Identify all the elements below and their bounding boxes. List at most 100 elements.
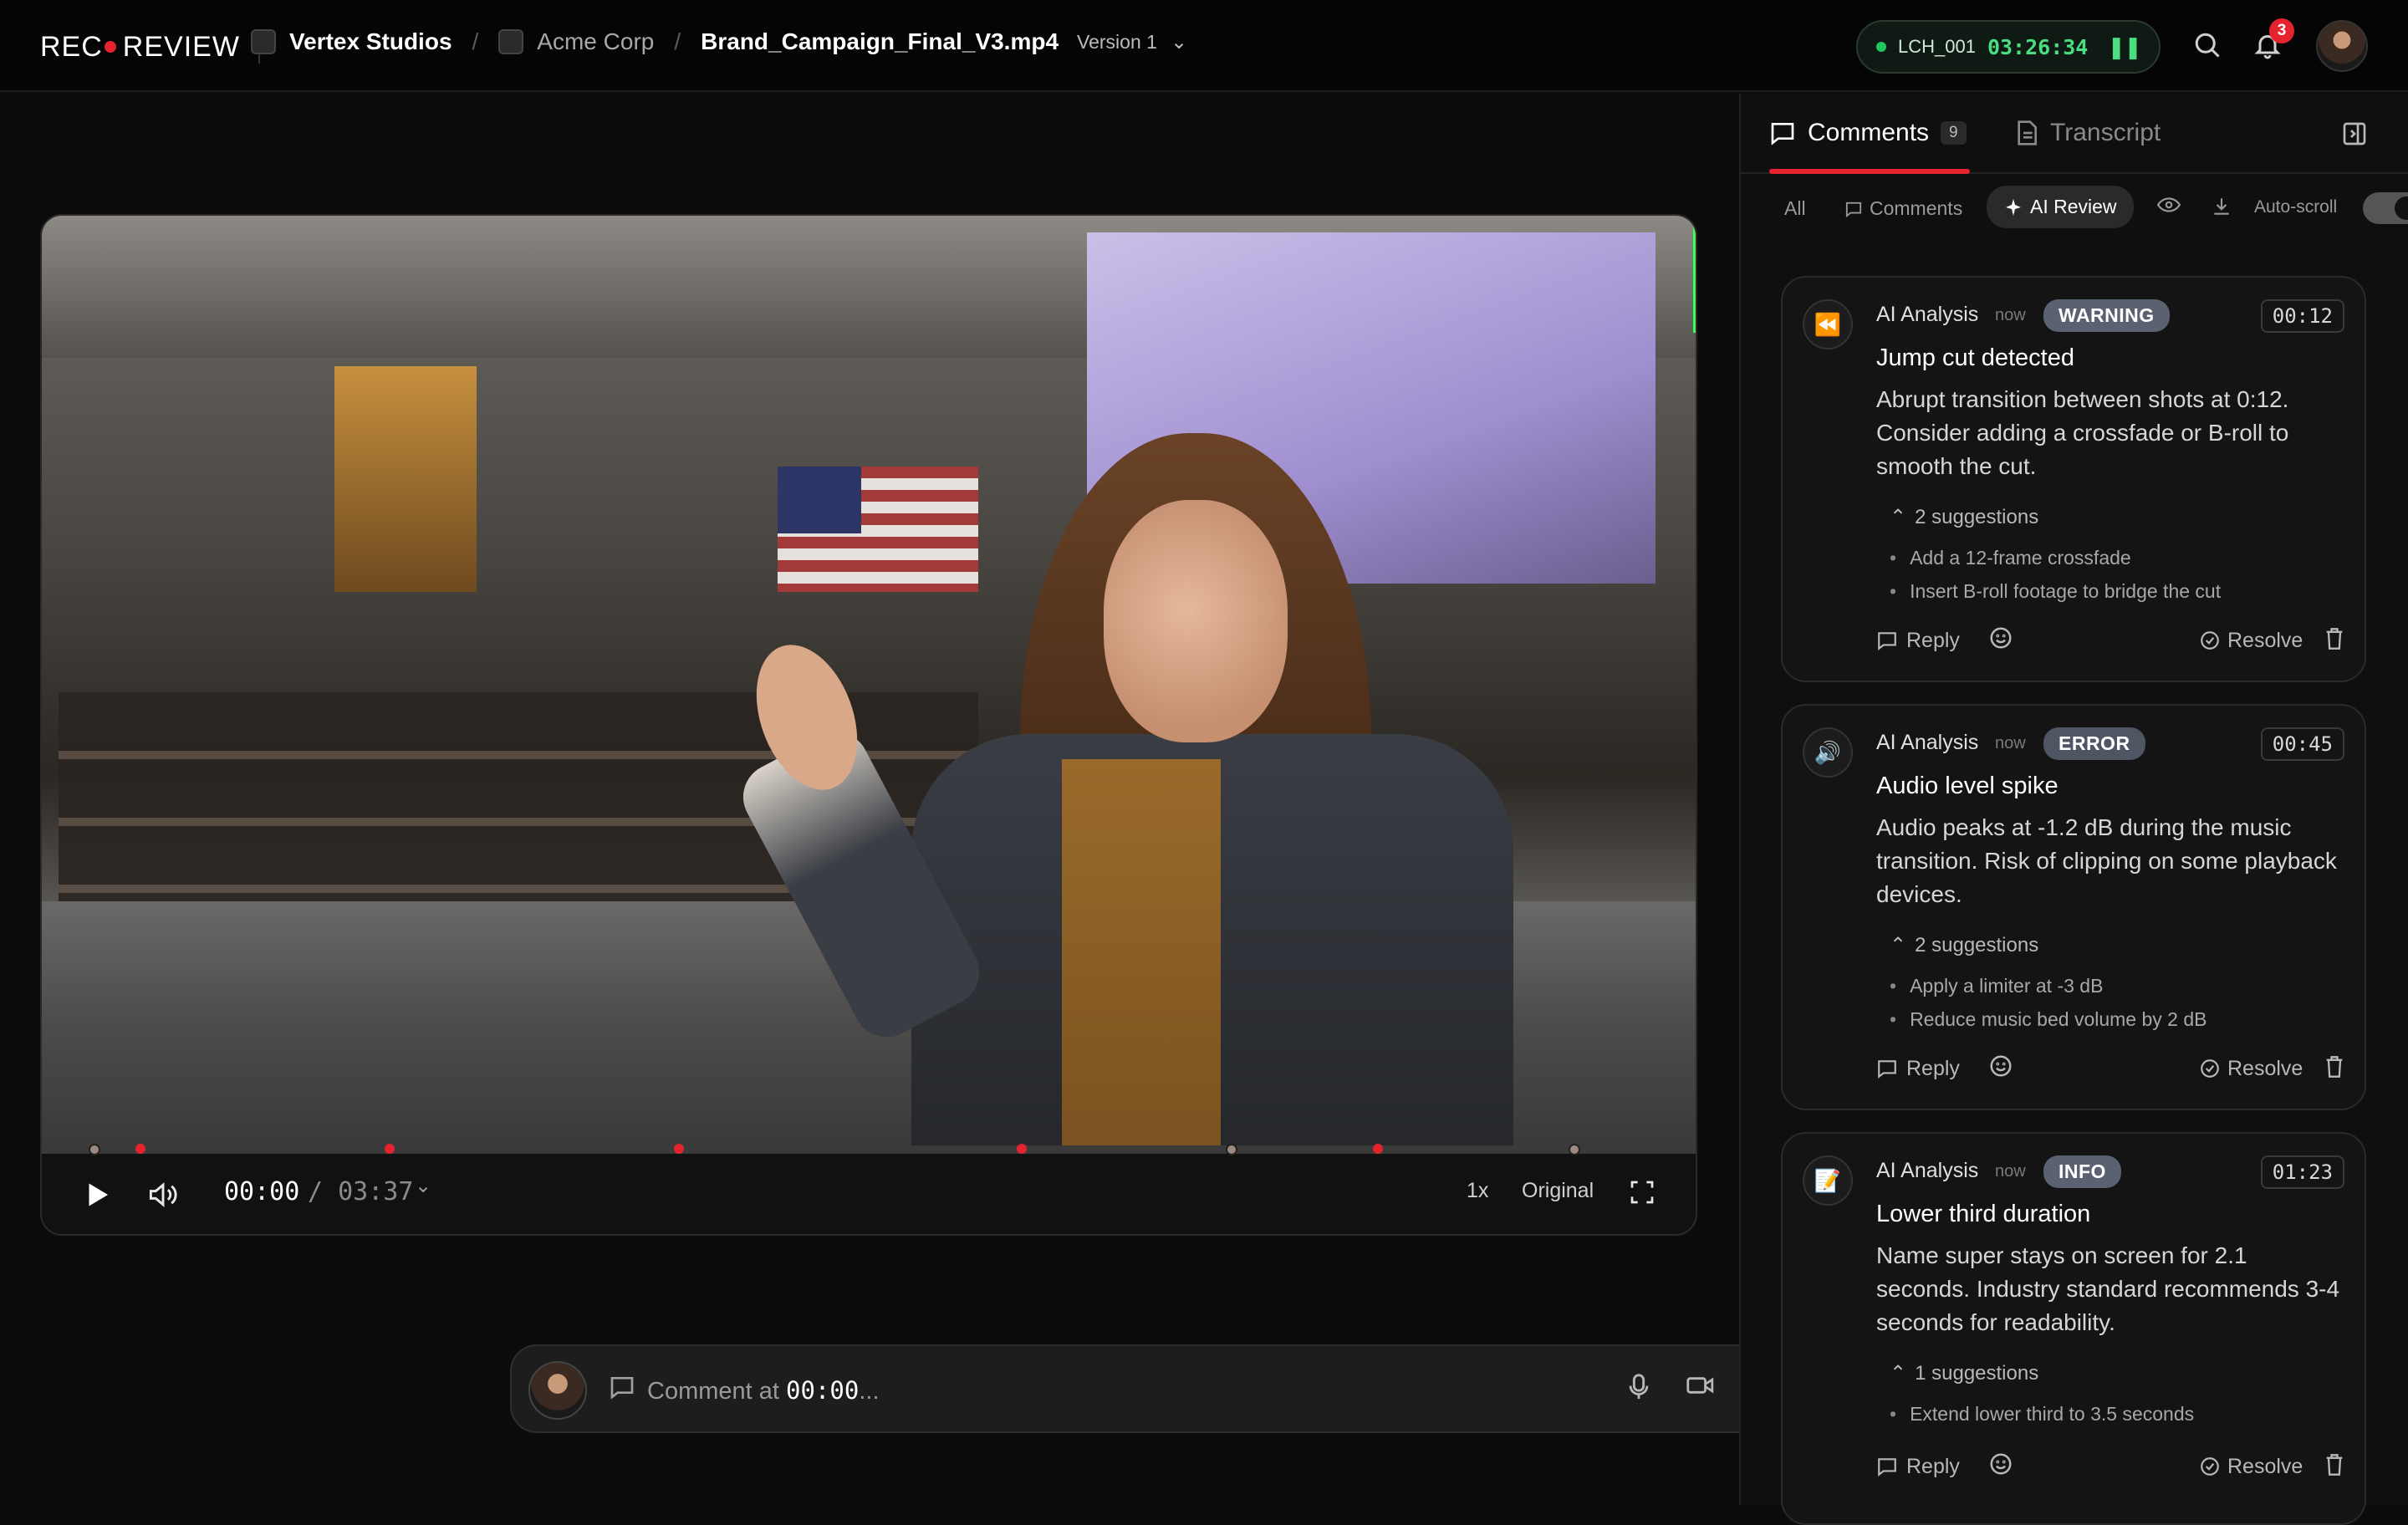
client-icon: [498, 29, 524, 54]
search-icon[interactable]: [2191, 30, 2224, 64]
avatar: [528, 1361, 587, 1420]
suggestions-label: 1 suggestions: [1915, 1362, 2039, 1385]
check-circle-icon: [2201, 1059, 2219, 1078]
comment-title: Lower third duration: [1876, 1201, 2091, 1227]
app-logo[interactable]: REC REVIEW: [40, 30, 260, 64]
comment-author: AI Analysis: [1876, 1159, 1979, 1182]
check-circle-icon: [2201, 631, 2219, 650]
suggestions-toggle[interactable]: ⌃ 2 suggestions: [1890, 933, 2038, 957]
timeline-comment-marker[interactable]: [385, 1144, 395, 1154]
chevron-down-icon[interactable]: ⌄: [415, 1174, 431, 1198]
speaker-icon: 🔊: [1803, 727, 1853, 778]
session-timer: LCH_001 03:26:34 ❚❚: [1856, 20, 2161, 74]
chevron-up-icon: ⌃: [1890, 1362, 1907, 1385]
quality-selector[interactable]: Original: [1522, 1179, 1594, 1203]
chevron-down-icon[interactable]: ⌄: [1171, 30, 1187, 54]
comment-title: Jump cut detected: [1876, 344, 2074, 371]
reply-button[interactable]: Reply: [1876, 629, 1960, 653]
filter-all[interactable]: All: [1784, 197, 1806, 220]
download-icon[interactable]: [2211, 196, 2232, 217]
suggestions-label: 2 suggestions: [1915, 934, 2039, 956]
reply-button[interactable]: Reply: [1876, 1057, 1960, 1081]
ai-comment-card[interactable]: 🔊 AI Analysis now ERROR 00:45 Audio leve…: [1781, 704, 2366, 1110]
comment-placeholder-suffix: ...: [859, 1378, 880, 1405]
comment-author: AI Analysis: [1876, 731, 1979, 754]
suggestions-toggle[interactable]: ⌃ 2 suggestions: [1890, 505, 2038, 529]
resolve-button[interactable]: Resolve: [2199, 1455, 2303, 1479]
scene-person-shirt: [1062, 759, 1221, 1147]
filter-ai-review[interactable]: AI Review: [1987, 186, 2134, 228]
reply-button[interactable]: Reply: [1876, 1455, 1960, 1479]
scene-person-face: [1104, 500, 1288, 742]
timestamp-chip[interactable]: 01:23: [2260, 1155, 2344, 1189]
comment-body: Audio peaks at -1.2 dB during the music …: [1876, 814, 2337, 907]
suggestion-item: Add a 12-frame crossfade: [1890, 547, 2131, 569]
memo-icon: 📝: [1803, 1155, 1853, 1206]
filter-comments-label: Comments: [1870, 197, 1963, 219]
timeline-comment-marker[interactable]: [674, 1144, 684, 1154]
current-time: 00:00: [224, 1177, 300, 1206]
speed-selector[interactable]: 1x: [1467, 1179, 1488, 1203]
scene-flag: [778, 467, 978, 592]
scene-window: [334, 366, 477, 592]
tab-transcript-label: Transcript: [2050, 119, 2161, 146]
resolve-label: Resolve: [2227, 1057, 2303, 1080]
microphone-icon[interactable]: [1627, 1373, 1650, 1408]
eye-icon[interactable]: [2157, 196, 2181, 214]
timestamp-chip[interactable]: 00:12: [2260, 299, 2344, 333]
emoji-icon[interactable]: [1988, 625, 2013, 656]
suggestion-item: Reduce music bed volume by 2 dB: [1890, 1008, 2206, 1031]
comment-title: Audio level spike: [1876, 773, 2059, 799]
suggestion-item: Apply a limiter at -3 dB: [1890, 975, 2103, 997]
autoscroll-label: Auto-scroll: [2254, 197, 2338, 217]
document-icon: [2018, 120, 2037, 145]
filter-comments[interactable]: Comments: [1844, 197, 1962, 220]
tab-comments[interactable]: Comments 9: [1769, 119, 1967, 147]
reply-label: Reply: [1906, 629, 1960, 652]
logo-text-left: REC: [40, 30, 103, 63]
video-camera-icon[interactable]: [1686, 1373, 1716, 1405]
severity-badge: ERROR: [2043, 727, 2145, 760]
resolve-button[interactable]: Resolve: [2199, 629, 2303, 653]
fullscreen-icon[interactable]: [1629, 1179, 1656, 1212]
timestamp-chip[interactable]: 00:45: [2260, 727, 2344, 761]
ai-comment-card[interactable]: ⏪ AI Analysis now WARNING 00:12 Jump cut…: [1781, 276, 2366, 682]
version-selector[interactable]: Version 1: [1077, 31, 1157, 54]
suggestions-label: 2 suggestions: [1915, 506, 2039, 528]
collapse-panel-icon[interactable]: [2341, 120, 2368, 151]
video-player: 00:00 / 03:37 ⌄ 1x Original: [40, 214, 1697, 1236]
top-bar: REC REVIEW Vertex Studios / Acme Corp / …: [0, 0, 2408, 92]
comment-icon: [609, 1375, 635, 1406]
comment-body: Abrupt transition between shots at 0:12.…: [1876, 386, 2289, 479]
emoji-icon[interactable]: [1988, 1053, 2013, 1084]
reply-label: Reply: [1906, 1455, 1960, 1478]
breadcrumb: Vertex Studios / Acme Corp / Brand_Campa…: [251, 28, 1187, 55]
comment-input-bar[interactable]: Comment at 00:00...: [510, 1344, 1796, 1433]
ai-comment-card[interactable]: 📝 AI Analysis now INFO 01:23 Lower third…: [1781, 1132, 2366, 1525]
comment-input[interactable]: Comment at 00:00...: [647, 1376, 880, 1405]
trash-icon[interactable]: [2324, 1055, 2344, 1084]
play-icon[interactable]: [85, 1181, 110, 1216]
filter-ai-review-label: AI Review: [2030, 196, 2117, 217]
volume-icon[interactable]: [147, 1181, 179, 1216]
resolve-button[interactable]: Resolve: [2199, 1057, 2303, 1081]
timeline-scrubber[interactable]: [42, 1145, 1696, 1154]
trash-icon[interactable]: [2324, 1453, 2344, 1482]
suggestion-item: Extend lower third to 3.5 seconds: [1890, 1403, 2194, 1426]
avatar[interactable]: [2316, 20, 2368, 72]
autoscroll-toggle[interactable]: [2363, 192, 2408, 224]
timeline-comment-marker[interactable]: [135, 1144, 145, 1154]
breadcrumb-client[interactable]: Acme Corp: [537, 28, 654, 55]
trash-icon[interactable]: [2324, 627, 2344, 656]
check-circle-icon: [2201, 1457, 2219, 1476]
suggestions-toggle[interactable]: ⌃ 1 suggestions: [1890, 1361, 2038, 1385]
pause-icon[interactable]: ❚❚: [2107, 34, 2142, 60]
timeline-comment-marker[interactable]: [1373, 1144, 1383, 1154]
timeline-comment-marker[interactable]: [1017, 1144, 1027, 1154]
breadcrumb-workspace[interactable]: Vertex Studios: [289, 28, 452, 55]
jump-cut-icon: ⏪: [1803, 299, 1853, 349]
tab-transcript[interactable]: Transcript: [2015, 119, 2161, 147]
player-controls: 00:00 / 03:37 ⌄ 1x Original: [42, 1154, 1696, 1234]
video-frame[interactable]: [42, 216, 1696, 1147]
emoji-icon[interactable]: [1988, 1451, 2013, 1482]
